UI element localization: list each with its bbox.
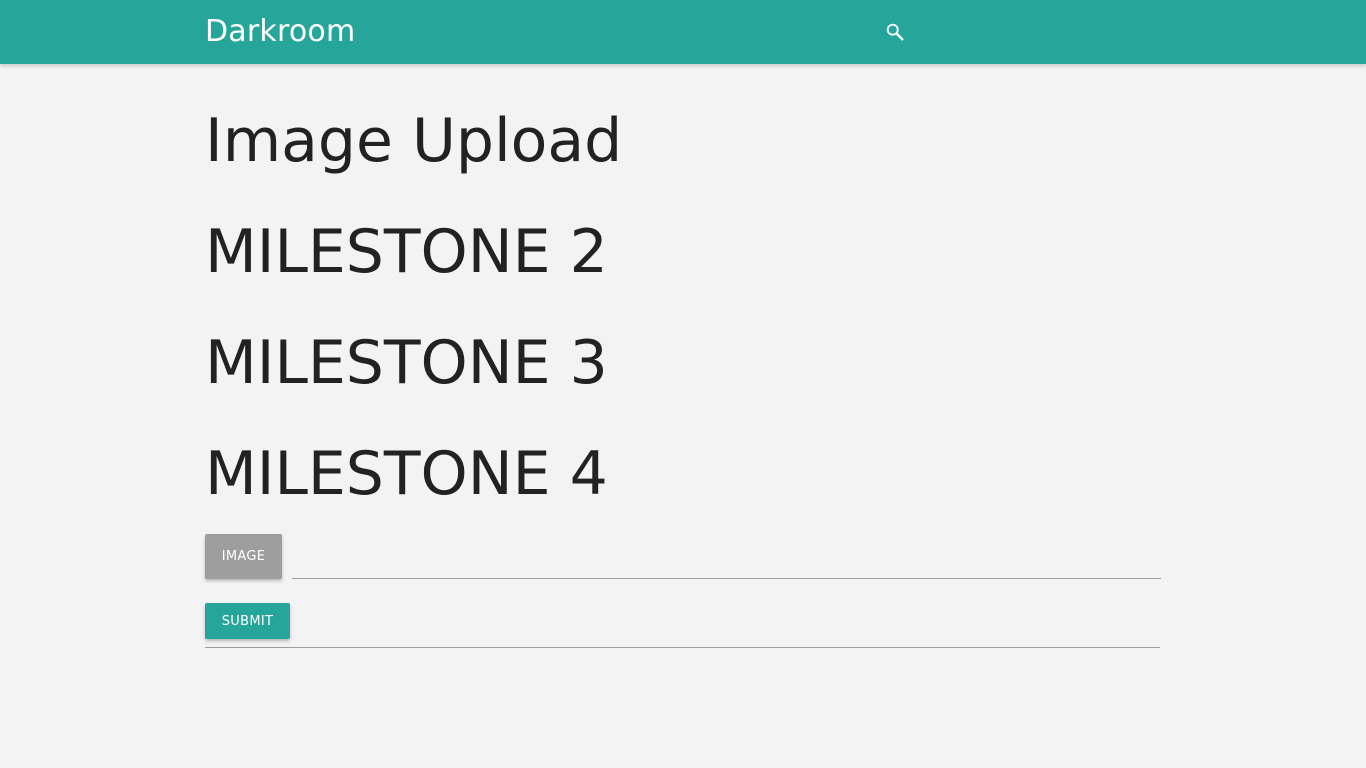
submit-button[interactable]: SUBMIT — [205, 603, 290, 639]
top-navbar: Darkroom — [0, 0, 1366, 64]
milestone-2-heading: MILESTONE 2 — [205, 217, 608, 287]
search-icon[interactable] — [884, 21, 906, 43]
image-file-button[interactable]: IMAGE — [205, 534, 282, 579]
page-title: Image Upload — [205, 106, 623, 176]
file-path-input[interactable] — [292, 534, 1161, 579]
form-divider — [205, 647, 1160, 648]
milestone-4-heading: MILESTONE 4 — [205, 439, 608, 509]
milestone-3-heading: MILESTONE 3 — [205, 328, 608, 398]
brand-logo[interactable]: Darkroom — [205, 14, 355, 50]
